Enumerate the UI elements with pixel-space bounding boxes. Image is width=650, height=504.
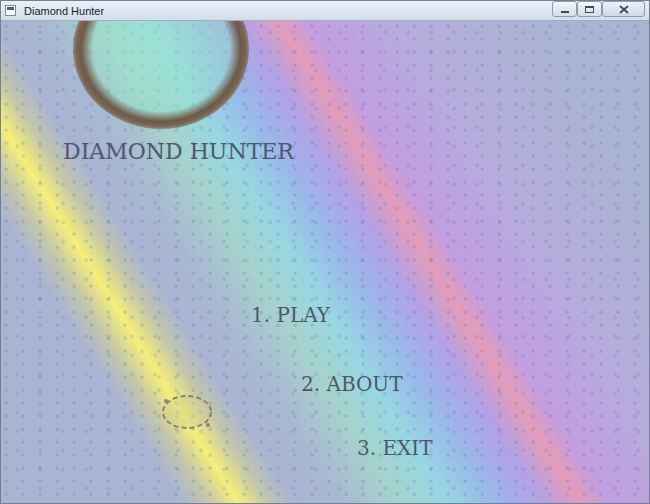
crater-splat (73, 21, 249, 129)
menu-item[interactable]: 1. PLAY (251, 303, 330, 327)
maximize-icon (585, 6, 594, 13)
title-bar: Diamond Hunter (1, 1, 649, 21)
game-window: Diamond Hunter DIAMOND HUNTER 1. PLAY 2. A… (0, 0, 650, 504)
close-icon (619, 5, 629, 14)
window-controls (552, 1, 645, 17)
close-button[interactable] (602, 1, 645, 17)
menu-item[interactable]: 3. EXIT (357, 436, 433, 460)
maximize-button[interactable] (577, 1, 602, 17)
minimize-icon (561, 11, 569, 13)
game-canvas: DIAMOND HUNTER 1. PLAY 2. ABOUT 3. EXIT (1, 21, 649, 503)
app-icon (5, 5, 16, 16)
minimize-button[interactable] (552, 1, 577, 17)
game-title: DIAMOND HUNTER (63, 139, 294, 165)
menu-item[interactable]: 2. ABOUT (301, 372, 403, 396)
window-title: Diamond Hunter (24, 4, 544, 18)
small-splat (156, 389, 218, 435)
